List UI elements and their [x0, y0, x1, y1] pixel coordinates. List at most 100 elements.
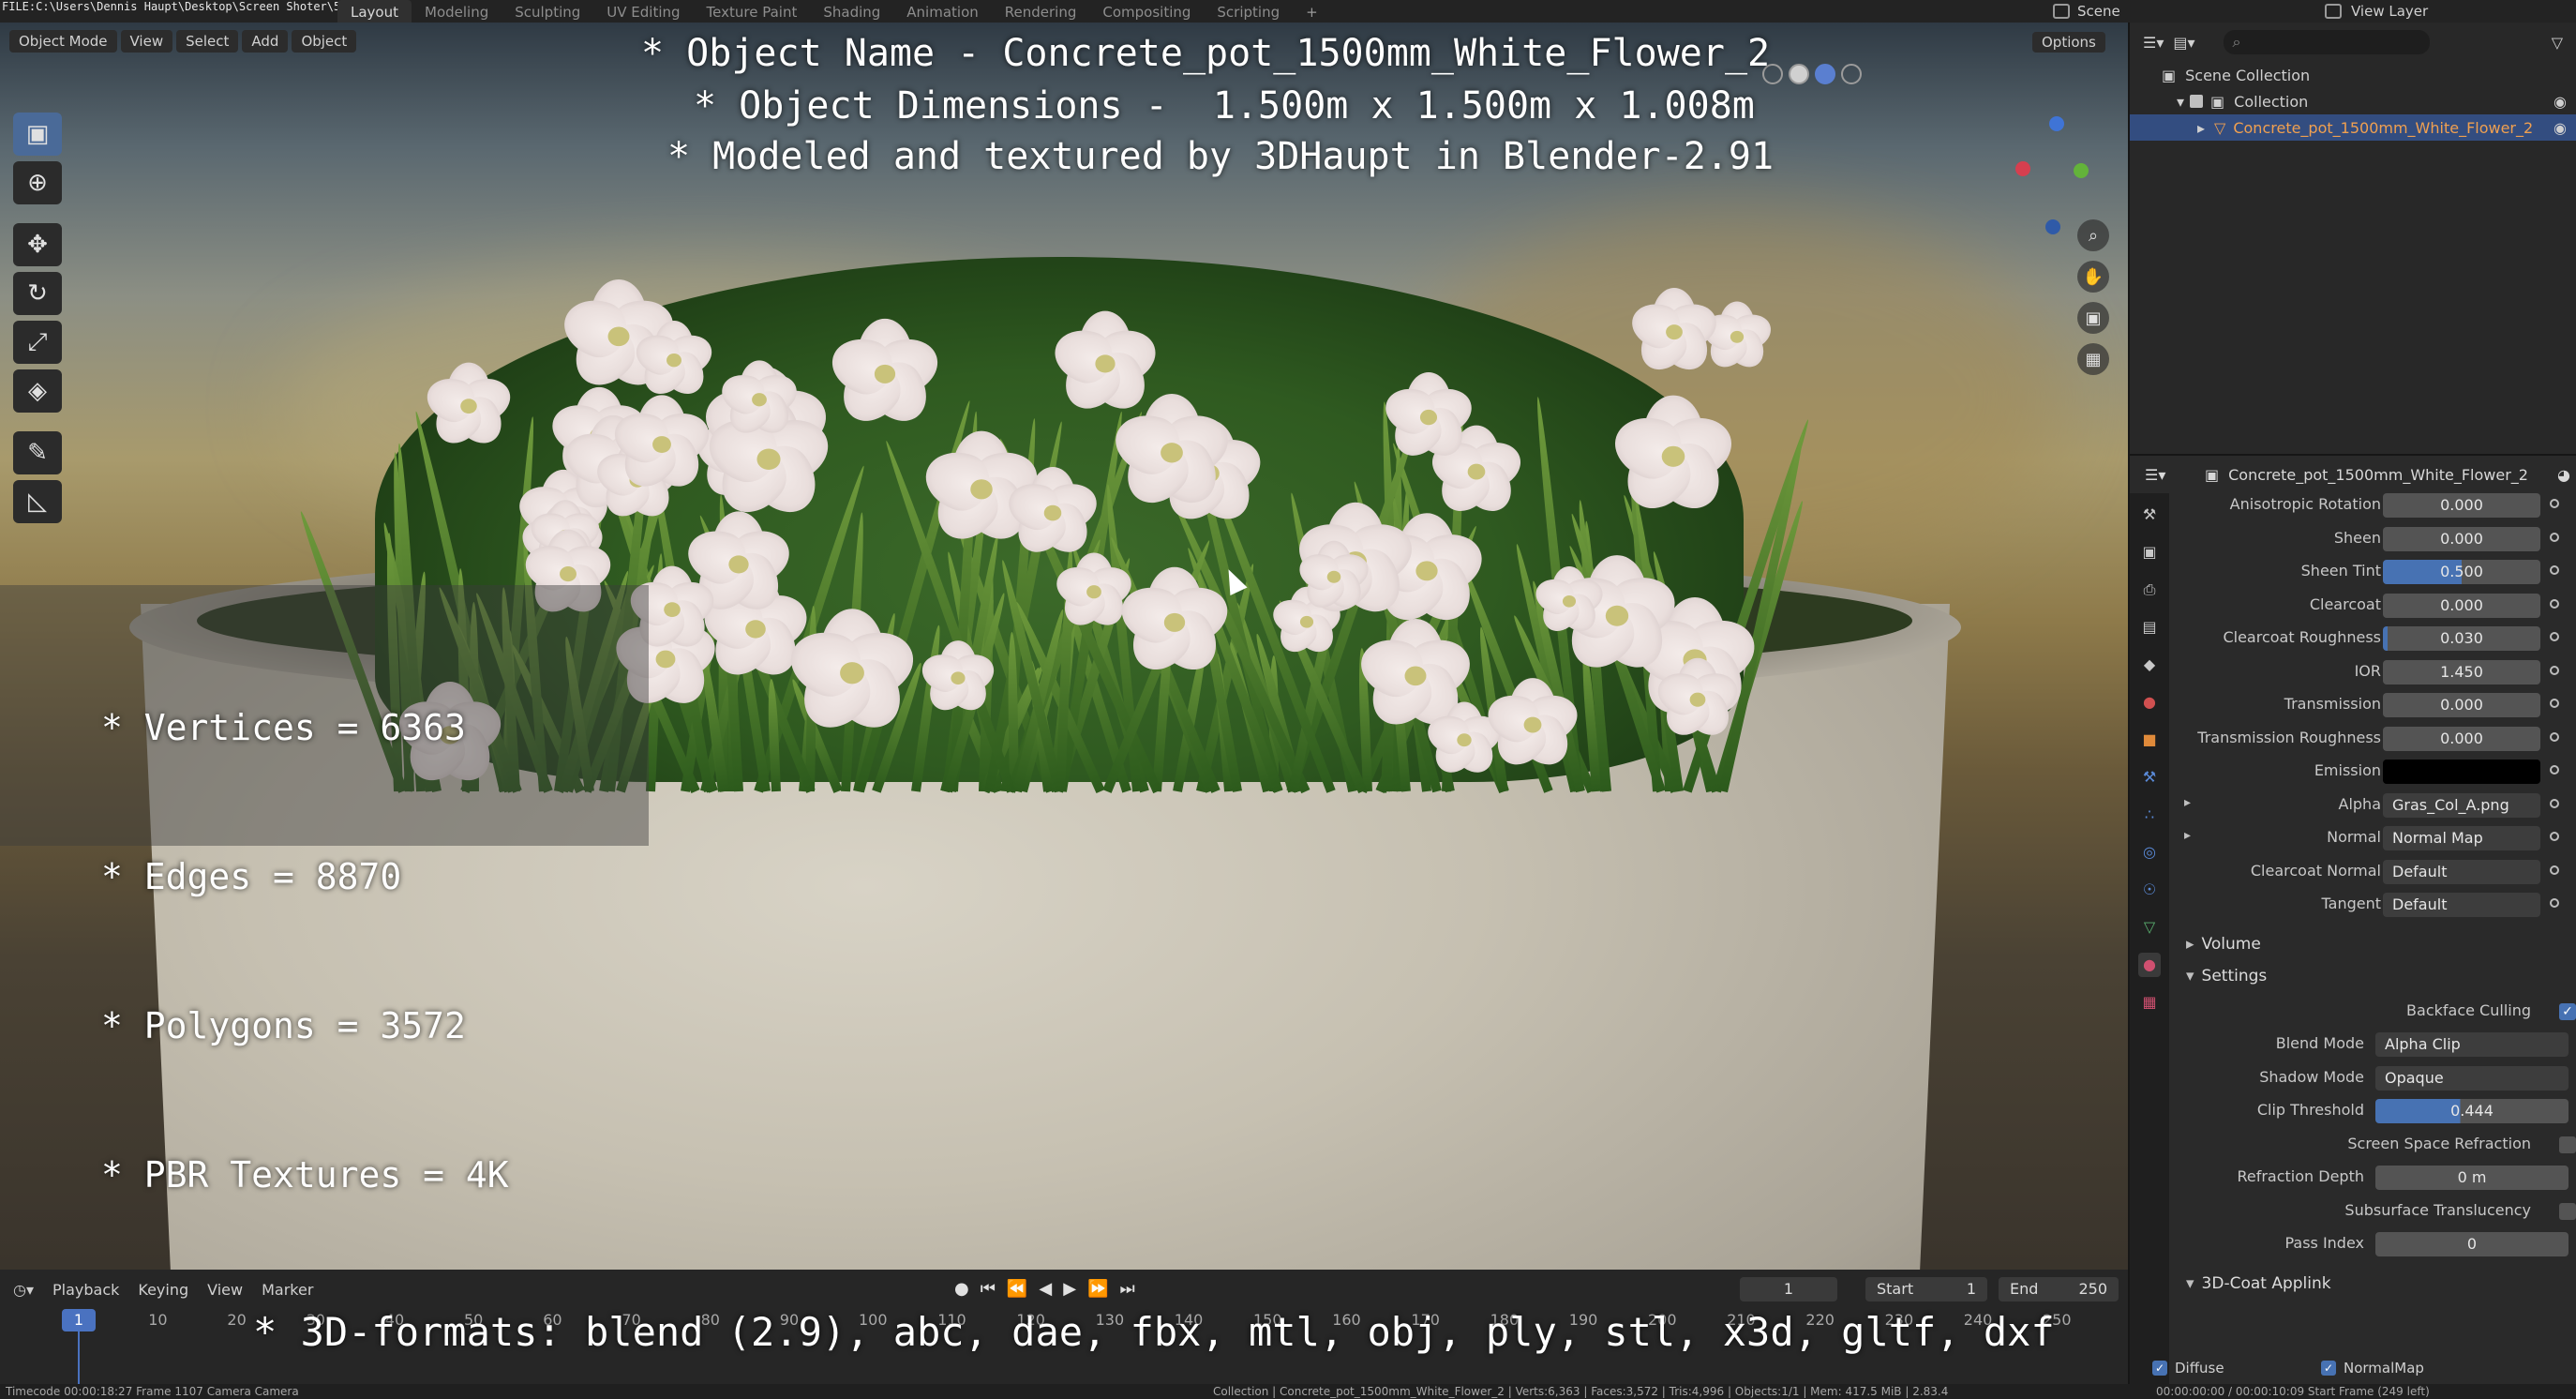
- applink-panel-header[interactable]: ▾ 3D-Coat Applink: [2169, 1268, 2576, 1300]
- particles-tab-icon[interactable]: ∴: [2138, 803, 2161, 827]
- prop-link-field[interactable]: Gras_Col_A.png: [2383, 792, 2540, 818]
- tab-scripting[interactable]: Scripting: [1204, 0, 1293, 23]
- keyframe-dot-icon[interactable]: [2550, 598, 2559, 609]
- x-axis-icon[interactable]: [2015, 161, 2030, 176]
- funnel-icon[interactable]: ▽: [2552, 34, 2563, 52]
- prop-value-slider[interactable]: 0.030: [2383, 626, 2540, 651]
- menu-keying[interactable]: Keying: [138, 1281, 188, 1299]
- scene-tab-icon[interactable]: ◆: [2138, 653, 2161, 677]
- expand-arrow-icon[interactable]: ▸: [2184, 828, 2191, 843]
- prop-value-field[interactable]: 1.450: [2383, 659, 2540, 684]
- menu-add[interactable]: Add: [242, 30, 289, 53]
- play-reverse-icon[interactable]: ◀: [1039, 1279, 1052, 1299]
- prop-value-field[interactable]: 0.000: [2383, 593, 2540, 618]
- output-tab-icon[interactable]: ⎙: [2138, 578, 2161, 602]
- keyframe-dot-icon[interactable]: [2550, 798, 2559, 808]
- prop-value-field[interactable]: 0.000: [2383, 526, 2540, 551]
- prop-value-field[interactable]: 0.000: [2383, 693, 2540, 717]
- display-mode-icon[interactable]: ☰▾: [2143, 34, 2164, 52]
- view-layer-tab-icon[interactable]: ▤: [2138, 615, 2161, 639]
- filter-icon[interactable]: ▤▾: [2173, 34, 2194, 52]
- diffuse-checkbox[interactable]: ✓: [2152, 1361, 2167, 1376]
- menu-select[interactable]: Select: [176, 30, 239, 53]
- shadow-mode-dropdown[interactable]: Opaque: [2375, 1065, 2569, 1091]
- jump-end-icon[interactable]: ⏭: [1119, 1279, 1134, 1299]
- physics-tab-icon[interactable]: ◎: [2138, 840, 2161, 865]
- world-tab-icon[interactable]: ●: [2138, 690, 2161, 715]
- tab-layout[interactable]: Layout: [337, 0, 412, 23]
- normalmap-checkbox[interactable]: ✓: [2321, 1361, 2336, 1376]
- transform-icon[interactable]: ◈: [13, 369, 62, 413]
- tab-uv-editing[interactable]: UV Editing: [593, 0, 693, 23]
- tab-sculpting[interactable]: Sculpting: [502, 0, 593, 23]
- outliner-scene-collection[interactable]: ▣ Scene Collection: [2130, 62, 2576, 88]
- expand-arrow-icon[interactable]: ▸: [2197, 119, 2205, 137]
- view-layer-selector[interactable]: View Layer: [2325, 0, 2428, 23]
- next-key-icon[interactable]: ⏩: [1087, 1279, 1108, 1299]
- visibility-eye-icon[interactable]: ◉: [2554, 93, 2567, 111]
- timeline-editor[interactable]: ◷▾ Playback Keying View Marker ● ⏮ ⏪ ◀ ▶…: [0, 1270, 2128, 1384]
- editor-type-icon[interactable]: ☰▾: [2145, 466, 2165, 484]
- tab-compositing[interactable]: Compositing: [1089, 0, 1204, 23]
- exclude-checkbox[interactable]: [2190, 95, 2204, 108]
- mode-selector[interactable]: Object Mode: [9, 30, 117, 53]
- move-icon[interactable]: ✥: [13, 223, 62, 266]
- data-tab-icon[interactable]: ▽: [2138, 915, 2161, 940]
- keyframe-dot-icon[interactable]: [2550, 565, 2559, 575]
- neg-z-axis-icon[interactable]: [2045, 219, 2060, 234]
- constraints-tab-icon[interactable]: ☉: [2138, 878, 2161, 902]
- prop-link-field[interactable]: Normal Map: [2383, 826, 2540, 850]
- keyframe-dot-icon[interactable]: [2550, 632, 2559, 641]
- menu-object[interactable]: Object: [292, 30, 357, 53]
- camera-icon[interactable]: ▣: [2077, 302, 2109, 334]
- 3d-viewport[interactable]: Object Mode View Select Add Object Optio…: [0, 23, 2128, 1270]
- solid-shading-icon[interactable]: [1789, 64, 1809, 84]
- prop-value-field[interactable]: 0.000: [2383, 493, 2540, 518]
- diffuse-toggle[interactable]: ✓ Diffuse: [2152, 1360, 2224, 1376]
- outliner-collection[interactable]: ▾ ▣ Collection ◉: [2130, 88, 2576, 114]
- texture-tab-icon[interactable]: ▦: [2138, 990, 2161, 1015]
- rendered-shading-icon[interactable]: [1841, 64, 1862, 84]
- modifier-tab-icon[interactable]: ⚒: [2138, 765, 2161, 790]
- jump-start-icon[interactable]: ⏮: [981, 1279, 996, 1299]
- subsurface-checkbox[interactable]: [2559, 1202, 2576, 1220]
- material-tab-icon[interactable]: ●: [2138, 953, 2161, 977]
- tab-modeling[interactable]: Modeling: [412, 0, 502, 23]
- keyframe-dot-icon[interactable]: [2550, 665, 2559, 675]
- pan-hand-icon[interactable]: ✋: [2077, 261, 2109, 293]
- settings-panel-header[interactable]: ▾ Settings: [2169, 960, 2576, 992]
- pass-index-field[interactable]: 0: [2375, 1232, 2569, 1256]
- add-workspace-button[interactable]: +: [1293, 0, 1331, 23]
- material-sphere-icon[interactable]: ◕: [2557, 466, 2570, 484]
- options-dropdown[interactable]: Options: [2032, 32, 2105, 53]
- outliner-object-row[interactable]: ▸ ▽ Concrete_pot_1500mm_White_Flower_2 ◉: [2130, 114, 2576, 141]
- prev-key-icon[interactable]: ⏪: [1007, 1279, 1027, 1299]
- blend-mode-dropdown[interactable]: Alpha Clip: [2375, 1032, 2569, 1057]
- clip-threshold-slider[interactable]: 0.444: [2375, 1099, 2569, 1123]
- y-axis-icon[interactable]: [2074, 163, 2089, 178]
- zoom-icon[interactable]: ⌕: [2077, 219, 2109, 251]
- editor-type-icon[interactable]: ◷▾: [13, 1281, 34, 1299]
- material-preview-shading-icon[interactable]: [1815, 64, 1835, 84]
- keyframe-dot-icon[interactable]: [2550, 865, 2559, 875]
- outliner-search-input[interactable]: ⌕: [2223, 30, 2430, 54]
- measure-icon[interactable]: ◺: [13, 480, 62, 523]
- visibility-eye-icon[interactable]: ◉: [2554, 119, 2567, 137]
- scene-selector[interactable]: Scene: [2053, 0, 2120, 23]
- playhead[interactable]: 1: [62, 1309, 96, 1331]
- prop-value-slider[interactable]: 0.500: [2383, 560, 2540, 584]
- record-icon[interactable]: ●: [954, 1279, 969, 1299]
- prop-link-field[interactable]: Default: [2383, 859, 2540, 884]
- refraction-depth-field[interactable]: 0 m: [2375, 1166, 2569, 1190]
- current-frame-field[interactable]: 1: [1740, 1277, 1837, 1301]
- menu-playback[interactable]: Playback: [52, 1281, 119, 1299]
- expand-arrow-icon[interactable]: ▸: [2184, 795, 2191, 810]
- tab-rendering[interactable]: Rendering: [992, 0, 1090, 23]
- render-tab-icon[interactable]: ▣: [2138, 540, 2161, 564]
- keyframe-dot-icon[interactable]: [2550, 731, 2559, 742]
- scale-icon[interactable]: ⤢: [13, 321, 62, 364]
- z-axis-icon[interactable]: [2049, 116, 2064, 131]
- tool-tab-icon[interactable]: ⚒: [2138, 503, 2161, 527]
- expand-arrow-icon[interactable]: ▾: [2177, 93, 2184, 111]
- tab-shading[interactable]: Shading: [810, 0, 893, 23]
